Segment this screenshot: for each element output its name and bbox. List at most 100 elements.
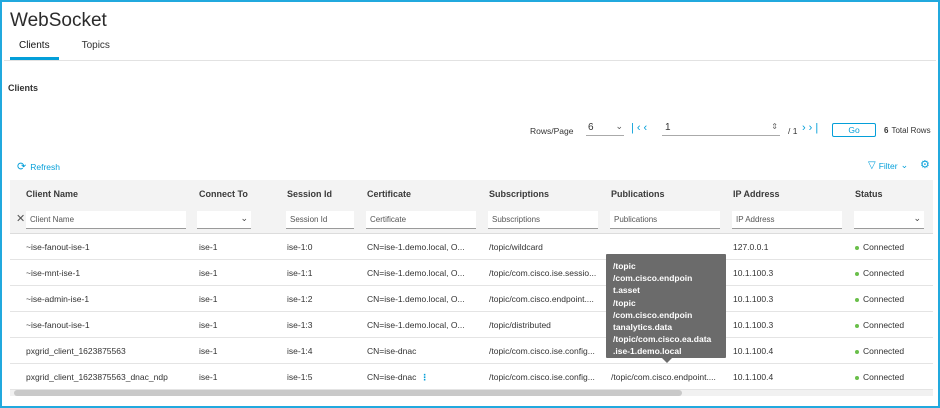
- table-row[interactable]: ~ise-fanout-ise-1 ise-1 ise-1:0 CN=ise-1…: [10, 234, 933, 260]
- cell-session-id: ise-1:5: [287, 372, 313, 382]
- table-row[interactable]: pxgrid_client_1623875563_dnac_ndp ise-1 …: [10, 364, 933, 390]
- publications-tooltip: /topic /com.cisco.endpoin t.asset /topic…: [606, 254, 726, 363]
- cell-subscriptions: /topic/com.cisco.ise.config...: [489, 346, 595, 356]
- cell-ip-address: 127.0.0.1: [733, 242, 769, 252]
- refresh-button[interactable]: ⟳ Refresh: [17, 160, 60, 173]
- column-header-certificate[interactable]: Certificate: [367, 189, 411, 199]
- refresh-label: Refresh: [30, 161, 60, 172]
- spinner-icon[interactable]: ⇕: [771, 122, 778, 131]
- cell-certificate: CN=ise-dnac ⋮: [367, 372, 482, 383]
- first-prev-page-controls[interactable]: |‹‹: [631, 122, 650, 136]
- cell-session-id: ise-1:1: [287, 268, 313, 278]
- column-header-publications[interactable]: Publications: [611, 189, 665, 199]
- tooltip-line: /topic: [613, 297, 636, 308]
- column-header-session-id[interactable]: Session Id: [287, 189, 332, 199]
- cell-subscriptions: /topic/com.cisco.endpoint....: [489, 294, 594, 304]
- status-dot-icon: [855, 323, 859, 328]
- chevron-down-icon: ⌄: [913, 213, 921, 223]
- cell-connect-to: ise-1: [199, 372, 218, 382]
- cell-session-id: ise-1:2: [287, 294, 313, 304]
- column-header-subscriptions[interactable]: Subscriptions: [489, 189, 549, 199]
- filter-client-name-input[interactable]: Client Name: [26, 211, 186, 229]
- status-dot-icon: [855, 245, 859, 250]
- cell-session-id: ise-1:0: [287, 242, 313, 252]
- status-text: Connected: [863, 372, 905, 382]
- page-number-input[interactable]: 1 ⇕: [662, 122, 780, 136]
- cell-subscriptions: /topic/distributed: [489, 320, 551, 330]
- tooltip-line: /topic/com.cisco.ea.data: [613, 334, 712, 345]
- cell-certificate: CN=ise-1.demo.local, O...: [367, 242, 465, 252]
- close-icon[interactable]: ✕: [16, 212, 25, 225]
- table-filter-row: ✕ Client Name ⌄ Session Id Certificate S…: [10, 208, 933, 234]
- chevron-down-icon: ⌄: [240, 213, 248, 223]
- cell-ip-address: 10.1.100.3: [733, 294, 774, 304]
- table-row[interactable]: ~ise-admin-ise-1 ise-1 ise-1:2 CN=ise-1.…: [10, 286, 933, 312]
- cell-connect-to: ise-1: [199, 242, 218, 252]
- cell-status: Connected: [855, 242, 930, 252]
- table-row[interactable]: pxgrid_client_1623875563 ise-1 ise-1:4 C…: [10, 338, 933, 364]
- cell-status: Connected: [855, 346, 930, 356]
- column-header-connect-to[interactable]: Connect To: [199, 189, 248, 199]
- status-text: Connected: [863, 268, 905, 278]
- next-page-icon[interactable]: ›: [802, 122, 809, 134]
- refresh-icon: ⟳: [17, 161, 27, 173]
- first-page-icon[interactable]: |‹: [631, 122, 644, 134]
- total-rows: 6 Total Rows: [884, 126, 931, 140]
- filter-connect-to-select[interactable]: ⌄: [197, 211, 251, 229]
- cell-session-id: ise-1:4: [287, 346, 313, 356]
- filter-button[interactable]: ▽ Filter ⌄: [868, 160, 908, 171]
- horizontal-scrollbar[interactable]: [10, 390, 933, 396]
- filter-session-id-input[interactable]: Session Id: [286, 211, 354, 229]
- status-dot-icon: [855, 297, 859, 302]
- go-button[interactable]: Go: [832, 123, 876, 137]
- chevron-down-icon: ⌄: [900, 160, 909, 170]
- status-dot-icon: [855, 349, 859, 354]
- cell-client-name: pxgrid_client_1623875563: [26, 346, 126, 356]
- filter-subscriptions-input[interactable]: Subscriptions: [488, 211, 598, 229]
- filter-ip-address-input[interactable]: IP Address: [732, 211, 842, 229]
- last-page-icon[interactable]: ›|: [809, 122, 822, 134]
- app-window: WebSocket Clients Topics Clients Rows/Pa…: [0, 0, 940, 408]
- cell-status: Connected: [855, 268, 930, 278]
- cell-subscriptions: /topic/wildcard: [489, 242, 543, 252]
- filter-publications-input[interactable]: Publications: [610, 211, 720, 229]
- table-row[interactable]: ~ise-fanout-ise-1 ise-1 ise-1:3 CN=ise-1…: [10, 312, 933, 338]
- column-header-client-name[interactable]: Client Name: [26, 189, 78, 199]
- tooltip-line: t.asset: [613, 285, 640, 296]
- more-options-icon[interactable]: ⋮: [420, 372, 429, 382]
- tooltip-line: /com.cisco.endpoin: [613, 309, 693, 320]
- cell-certificate: CN=ise-1.demo.local, O...: [367, 294, 465, 304]
- tab-clients[interactable]: Clients: [10, 36, 59, 60]
- tooltip-arrow: [662, 358, 672, 363]
- rows-per-page-label: Rows/Page: [530, 126, 574, 136]
- cell-client-name: ~ise-admin-ise-1: [26, 294, 90, 304]
- filter-status-select[interactable]: ⌄: [854, 211, 924, 229]
- tab-bar: Clients Topics: [10, 36, 119, 62]
- cell-status: Connected: [855, 294, 930, 304]
- cell-client-name: ~ise-fanout-ise-1: [26, 242, 90, 252]
- filter-icon: ▽: [868, 160, 876, 171]
- cell-ip-address: 10.1.100.4: [733, 346, 774, 356]
- cell-ip-address: 10.1.100.3: [733, 320, 774, 330]
- rows-per-page-select[interactable]: 6 ⌄: [586, 121, 624, 136]
- tabs-divider: [4, 60, 936, 61]
- cell-publications[interactable]: /topic/com.cisco.endpoint....: [611, 372, 726, 382]
- cell-connect-to: ise-1: [199, 294, 218, 304]
- tab-topics[interactable]: Topics: [73, 36, 119, 60]
- cell-subscriptions: /topic/com.cisco.ise.config...: [489, 372, 595, 382]
- filter-certificate-input[interactable]: Certificate: [366, 211, 476, 229]
- next-last-page-controls[interactable]: ››|: [802, 122, 821, 136]
- status-text: Connected: [863, 346, 905, 356]
- page-title: WebSocket: [10, 10, 107, 31]
- scrollbar-thumb[interactable]: [14, 390, 682, 396]
- gear-icon[interactable]: ⚙: [920, 158, 930, 171]
- section-title: Clients: [8, 83, 39, 93]
- table-row[interactable]: ~ise-mnt-ise-1 ise-1 ise-1:1 CN=ise-1.de…: [10, 260, 933, 286]
- filter-label: Filter: [878, 160, 898, 171]
- column-header-ip-address[interactable]: IP Address: [733, 189, 780, 199]
- column-header-status[interactable]: Status: [855, 189, 883, 199]
- status-dot-icon: [855, 375, 859, 380]
- cell-client-name: ~ise-fanout-ise-1: [26, 320, 90, 330]
- status-text: Connected: [863, 294, 905, 304]
- prev-page-icon[interactable]: ‹: [644, 122, 651, 134]
